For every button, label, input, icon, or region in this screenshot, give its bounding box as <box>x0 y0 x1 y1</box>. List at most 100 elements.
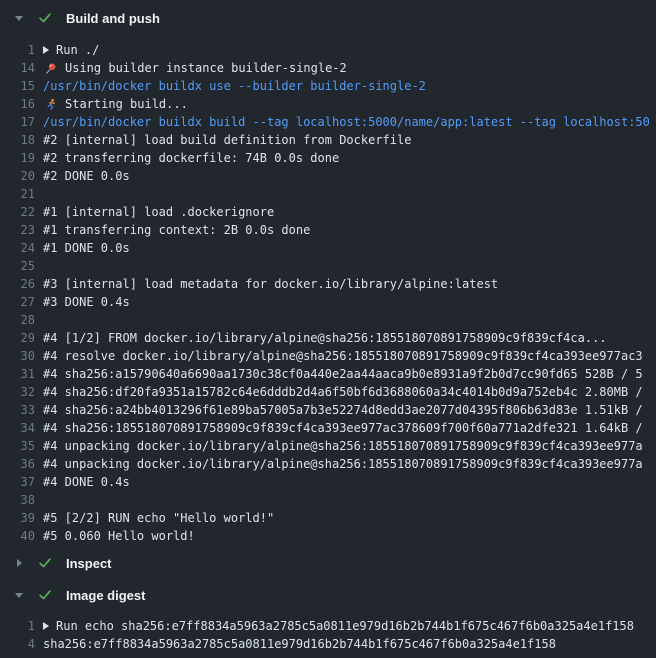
line-number[interactable]: 23 <box>0 223 35 237</box>
log-line[interactable]: 31#4 sha256:a15790640a6690aa1730c38cf0a4… <box>0 365 656 383</box>
log-text: sha256:e7ff8834a5963a2785c5a0811e979d16b… <box>43 637 556 651</box>
log-line[interactable]: 21 <box>0 185 656 203</box>
log-text: #5 0.060 Hello world! <box>43 529 195 543</box>
log-text: #4 sha256:a24bb4013296f61e89ba57005a7b3e… <box>43 403 643 417</box>
log-text: #2 transferring dockerfile: 74B 0.0s don… <box>43 151 339 165</box>
line-content: Run echo sha256:e7ff8834a5963a2785c5a081… <box>43 619 656 633</box>
section-title: Inspect <box>66 556 112 571</box>
line-number[interactable]: 31 <box>0 367 35 381</box>
workflow-log-viewer: Build and push1Run ./14Using builder ins… <box>0 0 656 658</box>
log-line[interactable]: 29 #4 [1/2] FROM docker.io/library/alpine… <box>0 329 656 347</box>
run-group-expand-icon[interactable] <box>43 622 49 630</box>
log-line[interactable]: 15/usr/bin/docker buildx use --builder b… <box>0 77 656 95</box>
line-number[interactable]: 26 <box>0 277 35 291</box>
line-number[interactable]: 24 <box>0 241 35 255</box>
line-number[interactable]: 28 <box>0 313 35 327</box>
section-header[interactable]: Inspect <box>0 549 656 577</box>
line-number[interactable]: 32 <box>0 385 35 399</box>
log-line[interactable]: 14 Using builder instance builder-single-… <box>0 59 656 77</box>
log-line[interactable]: 33 #4 sha256:a24bb4013296f61e89ba57005a7b… <box>0 401 656 419</box>
log-text: #4 unpacking docker.io/library/alpine@sh… <box>43 439 643 453</box>
line-number[interactable]: 33 <box>0 403 35 417</box>
log-line[interactable]: 37 #4 DONE 0.4s <box>0 473 656 491</box>
line-number[interactable]: 25 <box>0 259 35 273</box>
line-number[interactable]: 1 <box>0 619 35 633</box>
log-line[interactable]: 16 Starting build... <box>0 95 656 113</box>
line-content: #4 unpacking docker.io/library/alpine@sh… <box>43 457 656 471</box>
run-group-expand-icon[interactable] <box>43 46 49 54</box>
line-content: #1 [internal] load .dockerignore <box>43 205 656 219</box>
line-number[interactable]: 40 <box>0 529 35 543</box>
log-line[interactable]: 34#4 sha256:185518070891758909c9f839cf4c… <box>0 419 656 437</box>
line-content: #4 sha256:a24bb4013296f61e89ba57005a7b3e… <box>43 403 656 417</box>
line-content: #5 [2/2] RUN echo "Hello world!" <box>43 511 656 525</box>
line-number[interactable]: 29 <box>0 331 35 345</box>
section-lines: 1 Run echo sha256:e7ff8834a5963a2785c5a08… <box>0 609 656 658</box>
line-number[interactable]: 27 <box>0 295 35 309</box>
log-text: #4 resolve docker.io/library/alpine@sha2… <box>43 349 643 363</box>
line-number[interactable]: 18 <box>0 133 35 147</box>
log-line[interactable]: 1 Run echo sha256:e7ff8834a5963a2785c5a08… <box>0 617 656 635</box>
line-number[interactable]: 37 <box>0 475 35 489</box>
log-line[interactable]: 22 #1 [internal] load .dockerignore <box>0 203 656 221</box>
line-number[interactable]: 30 <box>0 349 35 363</box>
line-number[interactable]: 4 <box>0 637 35 651</box>
log-line[interactable]: 40 #5 0.060 Hello world! <box>0 527 656 545</box>
line-number[interactable]: 39 <box>0 511 35 525</box>
line-content: /usr/bin/docker buildx build --tag local… <box>43 115 656 129</box>
log-line[interactable]: 32#4 sha256:df20fa9351a15782c64e6dddb2d4… <box>0 383 656 401</box>
line-content: Starting build... <box>43 97 656 111</box>
line-number[interactable]: 22 <box>0 205 35 219</box>
section-header[interactable]: Build and push <box>0 4 656 32</box>
log-line[interactable]: 17/usr/bin/docker buildx build --tag loc… <box>0 113 656 131</box>
line-number[interactable]: 15 <box>0 79 35 93</box>
chevron-down-icon[interactable] <box>14 16 24 21</box>
pushpin-icon <box>43 61 57 75</box>
log-line[interactable]: 27 #3 DONE 0.4s <box>0 293 656 311</box>
log-text: #3 [internal] load metadata for docker.i… <box>43 277 498 291</box>
log-line[interactable]: 35 #4 unpacking docker.io/library/alpine@… <box>0 437 656 455</box>
log-line[interactable]: 23#1 transferring context: 2B 0.0s done <box>0 221 656 239</box>
log-text: #4 DONE 0.4s <box>43 475 130 489</box>
log-line[interactable]: 28 <box>0 311 656 329</box>
line-number[interactable]: 38 <box>0 493 35 507</box>
log-line[interactable]: 39 #5 [2/2] RUN echo "Hello world!" <box>0 509 656 527</box>
log-line[interactable]: 26 #3 [internal] load metadata for docker… <box>0 275 656 293</box>
section-lines: 1Run ./ 14 Using builder instance builder-… <box>0 32 656 545</box>
line-content: #4 unpacking docker.io/library/alpine@sh… <box>43 439 656 453</box>
log-line[interactable]: 19 #2 transferring dockerfile: 74B 0.0s d… <box>0 149 656 167</box>
section-header[interactable]: Image digest <box>0 581 656 609</box>
log-line[interactable]: 25 <box>0 257 656 275</box>
log-text: #3 DONE 0.4s <box>43 295 130 309</box>
line-number[interactable]: 16 <box>0 97 35 111</box>
log-line[interactable]: 18#2 [internal] load build definition fr… <box>0 131 656 149</box>
line-content: #5 0.060 Hello world! <box>43 529 656 543</box>
line-number[interactable]: 17 <box>0 115 35 129</box>
line-content: #4 [1/2] FROM docker.io/library/alpine@s… <box>43 331 656 345</box>
log-line[interactable]: 30 #4 resolve docker.io/library/alpine@sh… <box>0 347 656 365</box>
chevron-right-icon[interactable] <box>14 559 24 567</box>
line-number[interactable]: 21 <box>0 187 35 201</box>
log-line[interactable]: 38 <box>0 491 656 509</box>
line-number[interactable]: 36 <box>0 457 35 471</box>
line-number[interactable]: 34 <box>0 421 35 435</box>
line-content: #3 [internal] load metadata for docker.i… <box>43 277 656 291</box>
log-section-image-digest: Image digest 1 Run echo sha256:e7ff8834a59… <box>0 581 656 658</box>
line-number[interactable]: 1 <box>0 43 35 57</box>
caret-shape <box>15 593 23 598</box>
line-number[interactable]: 20 <box>0 169 35 183</box>
log-text: Using builder instance builder-single-2 <box>65 61 347 75</box>
line-content: #3 DONE 0.4s <box>43 295 656 309</box>
log-line[interactable]: 24#1 DONE 0.0s <box>0 239 656 257</box>
log-text: Run echo sha256:e7ff8834a5963a2785c5a081… <box>56 619 634 633</box>
log-line[interactable]: 36 #4 unpacking docker.io/library/alpine@… <box>0 455 656 473</box>
chevron-down-icon[interactable] <box>14 593 24 598</box>
line-number[interactable]: 35 <box>0 439 35 453</box>
log-line[interactable]: 4 sha256:e7ff8834a5963a2785c5a0811e979d16… <box>0 635 656 653</box>
log-line[interactable]: 1Run ./ <box>0 41 656 59</box>
log-line[interactable]: 20 #2 DONE 0.0s <box>0 167 656 185</box>
log-text: #4 unpacking docker.io/library/alpine@sh… <box>43 457 643 471</box>
line-number[interactable]: 14 <box>0 61 35 75</box>
line-number[interactable]: 19 <box>0 151 35 165</box>
log-text: #2 DONE 0.0s <box>43 169 130 183</box>
